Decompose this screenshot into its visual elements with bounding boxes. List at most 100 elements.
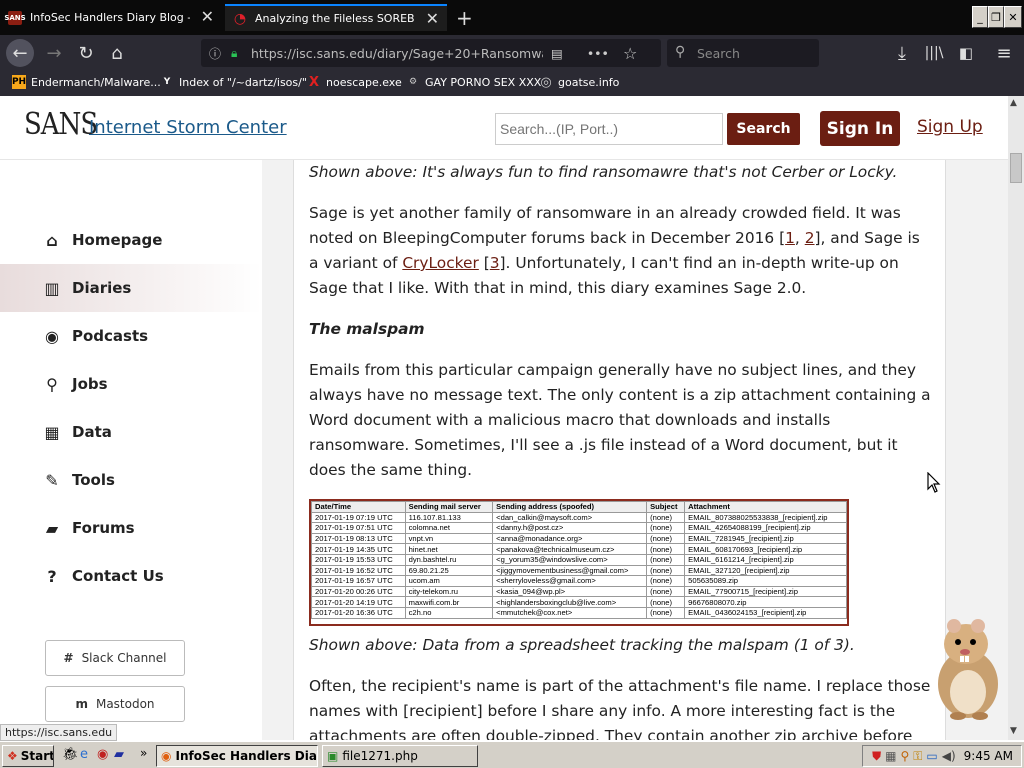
file-icon: ▣	[327, 749, 339, 763]
quicklaunch-icon[interactable]: 🐞︎	[62, 747, 79, 762]
sidebar-item-diaries[interactable]: ▥ Diaries	[0, 264, 262, 312]
sidebar-item-label: Diaries	[72, 279, 132, 297]
table-cell: (none)	[646, 532, 686, 545]
close-tab-icon[interactable]: ✕	[201, 7, 214, 26]
table-cell: c2h.no	[404, 606, 494, 619]
question-icon: ?	[47, 566, 57, 586]
site-name-link[interactable]: Internet Storm Center	[89, 117, 287, 138]
table-cell: 2017-01-20 14:19 UTC	[311, 596, 406, 608]
tray-search-icon[interactable]: ⚲	[900, 749, 909, 763]
table-cell: EMAIL_608170693_[recipient].zip	[684, 543, 847, 555]
table-cell: EMAIL_807388025533838_[recipient].zip	[684, 511, 847, 524]
status-url: https://isc.sans.edu	[0, 724, 118, 741]
sidebar-item-podcasts[interactable]: ◉ Podcasts	[0, 312, 262, 360]
mastodon-button[interactable]: m Mastodon	[45, 686, 185, 722]
table-row: 2017-01-20 16:36 UTC c2h.no <mmutchek@cox.…	[311, 606, 847, 619]
table-cell: vnpt.vn	[404, 532, 494, 545]
table-cell: ucom.am	[404, 575, 494, 587]
task-infosec-diary[interactable]: ◉InfoSec Handlers Diar...	[156, 745, 318, 767]
back-arrow-icon[interactable]: ←	[6, 39, 34, 67]
article-paragraph: Emails from this particular campaign gen…	[309, 361, 931, 479]
tray-network-icon[interactable]: ▦	[885, 749, 896, 763]
table-cell: 2017-01-19 14:35 UTC	[311, 543, 406, 555]
sidebar-item-label: Tools	[72, 471, 115, 489]
close-window-button[interactable]: ✕	[1004, 6, 1022, 28]
new-tab-icon[interactable]: +	[456, 6, 473, 30]
table-cell: EMAIL_42654088199_[recipient].zip	[684, 522, 847, 534]
url-bar[interactable]: ⓘ 🔒︎ https://isc.sans.edu/diary/Sage+20+…	[201, 39, 661, 67]
quicklaunch-desktop-icon[interactable]: ▰	[114, 747, 124, 762]
chart-icon: ▦	[44, 422, 60, 442]
tray-shield-icon[interactable]: ⛊	[872, 749, 881, 764]
sidebar-item-label: Jobs	[72, 375, 108, 393]
slack-channel-button[interactable]: # Slack Channel	[45, 640, 185, 676]
vertical-scrollbar[interactable]: ▲ ▼	[1008, 96, 1024, 740]
bookmark-noescape[interactable]: Xnoescape.exe	[307, 75, 402, 90]
table-row: 2017-01-19 07:51 UTC colomna.net <danny.h@…	[311, 522, 847, 534]
reference-link-3[interactable]: 3	[490, 254, 500, 272]
slack-icon: #	[63, 651, 74, 665]
info-icon[interactable]: ⓘ	[209, 45, 225, 62]
windows-taskbar: ❖Start 🐞︎ e ◉ ▰ » ◉InfoSec Handlers Diar…	[0, 741, 1024, 768]
sign-in-button[interactable]: Sign In	[820, 111, 900, 146]
sidebar-icon[interactable]: ◧	[954, 35, 978, 71]
button-label: Mastodon	[95, 697, 155, 711]
image-caption: Shown above: It's always fun to find ran…	[309, 163, 898, 181]
forward-arrow-icon[interactable]: →	[40, 35, 68, 71]
tray-key-icon[interactable]: ⚿	[913, 749, 922, 764]
table-row: 2017-01-20 00:26 UTC city-telekom.ru <kasi…	[311, 585, 847, 598]
quicklaunch-browser-icon[interactable]: ◉	[97, 747, 108, 762]
sidebar-item-data[interactable]: ▦ Data	[0, 408, 262, 456]
url-text[interactable]: https://isc.sans.edu/diary/Sage+20+Ranso…	[251, 46, 543, 61]
scroll-up-icon[interactable]: ▲	[1010, 98, 1017, 108]
sans-logo[interactable]: SANS	[24, 108, 98, 143]
quicklaunch-more-icon[interactable]: »	[140, 746, 147, 760]
library-icon[interactable]: |||\	[922, 35, 946, 71]
reload-icon[interactable]: ↻	[72, 35, 100, 71]
tab-infosec-diary[interactable]: SANS InfoSec Handlers Diary Blog - SANS …	[0, 4, 222, 31]
minimize-button[interactable]: _	[972, 6, 988, 28]
bookmark-goatse[interactable]: ◎ goatse.info	[539, 75, 619, 90]
menu-icon[interactable]: ≡	[992, 35, 1016, 71]
reference-link-2[interactable]: 2	[805, 229, 815, 247]
sidebar-item-jobs[interactable]: ⚲ Jobs	[0, 360, 262, 408]
crylocker-link[interactable]: CryLocker	[402, 254, 479, 272]
tray-monitor-icon[interactable]: ▭	[926, 749, 937, 763]
bookmark-endermanch[interactable]: PH Endermanch/Malware...	[12, 75, 161, 89]
search-button[interactable]: Search	[727, 113, 800, 145]
home-icon[interactable]: ⌂	[103, 35, 131, 71]
sidebar-item-label: Data	[72, 423, 112, 441]
clock[interactable]: 9:45 AM	[964, 749, 1013, 763]
site-search-input[interactable]	[495, 113, 723, 145]
windows-logo-icon: ❖	[7, 749, 18, 763]
table-header-row: Date/Time Sending mail server Sending addr…	[311, 501, 847, 513]
table-cell: EMAIL_77900715_[recipient].zip	[684, 585, 847, 598]
close-tab-icon[interactable]: ✕	[426, 9, 439, 28]
bookmark-gay-porno[interactable]: ⚙ GAY PORNO SEX XXX	[406, 75, 541, 89]
task-file1271[interactable]: ▣ file1271.php	[322, 745, 478, 767]
table-header-cell: Subject	[646, 501, 686, 513]
tab-sorebrect[interactable]: ◔ Analyzing the Fileless SOREBRECT ✕	[225, 4, 447, 31]
quicklaunch-ie-icon[interactable]: e	[80, 747, 88, 762]
sidebar-item-forums[interactable]: ▰ Forums	[0, 504, 262, 552]
search-bar[interactable]: ⚲ Search	[667, 39, 819, 67]
bookmark-star-icon[interactable]: ☆	[623, 44, 637, 63]
sign-up-link[interactable]: Sign Up	[917, 117, 983, 137]
start-button[interactable]: ❖ Start	[2, 745, 54, 767]
reference-link-1[interactable]: 1	[785, 229, 795, 247]
restore-button[interactable]: ❐	[988, 6, 1004, 28]
reader-view-icon[interactable]: ▤	[551, 46, 563, 61]
table-row: 2017-01-19 16:57 UTC ucom.am <sherrylovele…	[311, 575, 847, 587]
table-cell: 2017-01-19 08:13 UTC	[311, 532, 406, 545]
scrollbar-thumb[interactable]	[1010, 153, 1022, 183]
page-actions-icon[interactable]: •••	[587, 46, 609, 61]
sidebar-item-contact[interactable]: ? Contact Us	[0, 552, 262, 600]
tray-volume-icon[interactable]: ◀)	[942, 749, 956, 763]
task-label: file1271.php	[342, 749, 418, 763]
trendmicro-favicon-icon: ◔	[233, 10, 247, 27]
scroll-down-icon[interactable]: ▼	[1010, 726, 1017, 736]
sidebar-item-tools[interactable]: ✎ Tools	[0, 456, 262, 504]
sidebar-item-homepage[interactable]: ⌂ Homepage	[0, 216, 262, 264]
bookmark-index-dartz[interactable]: Y Index of "/~dartz/isos/"	[160, 75, 307, 89]
downloads-icon[interactable]: ⤓	[890, 35, 914, 71]
